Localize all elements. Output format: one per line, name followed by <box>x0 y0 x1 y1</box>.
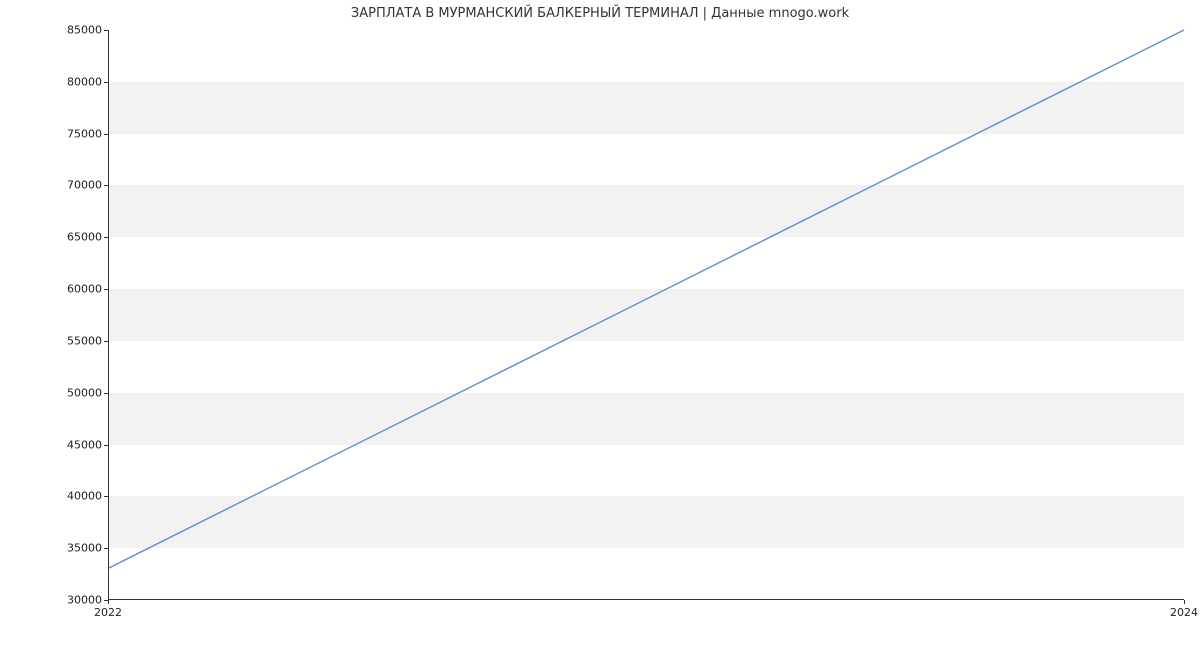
y-tick-label: 45000 <box>12 438 102 451</box>
y-tick-mark <box>104 496 108 497</box>
y-tick-label: 55000 <box>12 334 102 347</box>
x-tick-label: 2024 <box>1170 606 1198 619</box>
y-tick-mark <box>104 445 108 446</box>
y-tick-mark <box>104 393 108 394</box>
y-tick-label: 60000 <box>12 283 102 296</box>
y-tick-mark <box>104 341 108 342</box>
plot-area <box>108 30 1184 600</box>
y-tick-mark <box>104 185 108 186</box>
x-tick-mark <box>1184 600 1185 604</box>
y-tick-label: 30000 <box>12 594 102 607</box>
y-tick-mark <box>104 30 108 31</box>
line-series <box>109 30 1184 599</box>
y-tick-label: 35000 <box>12 542 102 555</box>
y-tick-label: 65000 <box>12 231 102 244</box>
x-tick-mark <box>108 600 109 604</box>
y-tick-mark <box>104 237 108 238</box>
chart-title: ЗАРПЛАТА В МУРМАНСКИЙ БАЛКЕРНЫЙ ТЕРМИНАЛ… <box>0 6 1200 21</box>
y-tick-mark <box>104 82 108 83</box>
chart-container: ЗАРПЛАТА В МУРМАНСКИЙ БАЛКЕРНЫЙ ТЕРМИНАЛ… <box>0 0 1200 650</box>
y-tick-mark <box>104 134 108 135</box>
y-tick-label: 85000 <box>12 24 102 37</box>
y-tick-mark <box>104 548 108 549</box>
y-tick-mark <box>104 289 108 290</box>
y-tick-label: 70000 <box>12 179 102 192</box>
y-tick-label: 40000 <box>12 490 102 503</box>
y-tick-label: 75000 <box>12 127 102 140</box>
x-tick-label: 2022 <box>94 606 122 619</box>
y-tick-label: 80000 <box>12 75 102 88</box>
y-tick-label: 50000 <box>12 386 102 399</box>
series-line <box>109 30 1184 568</box>
